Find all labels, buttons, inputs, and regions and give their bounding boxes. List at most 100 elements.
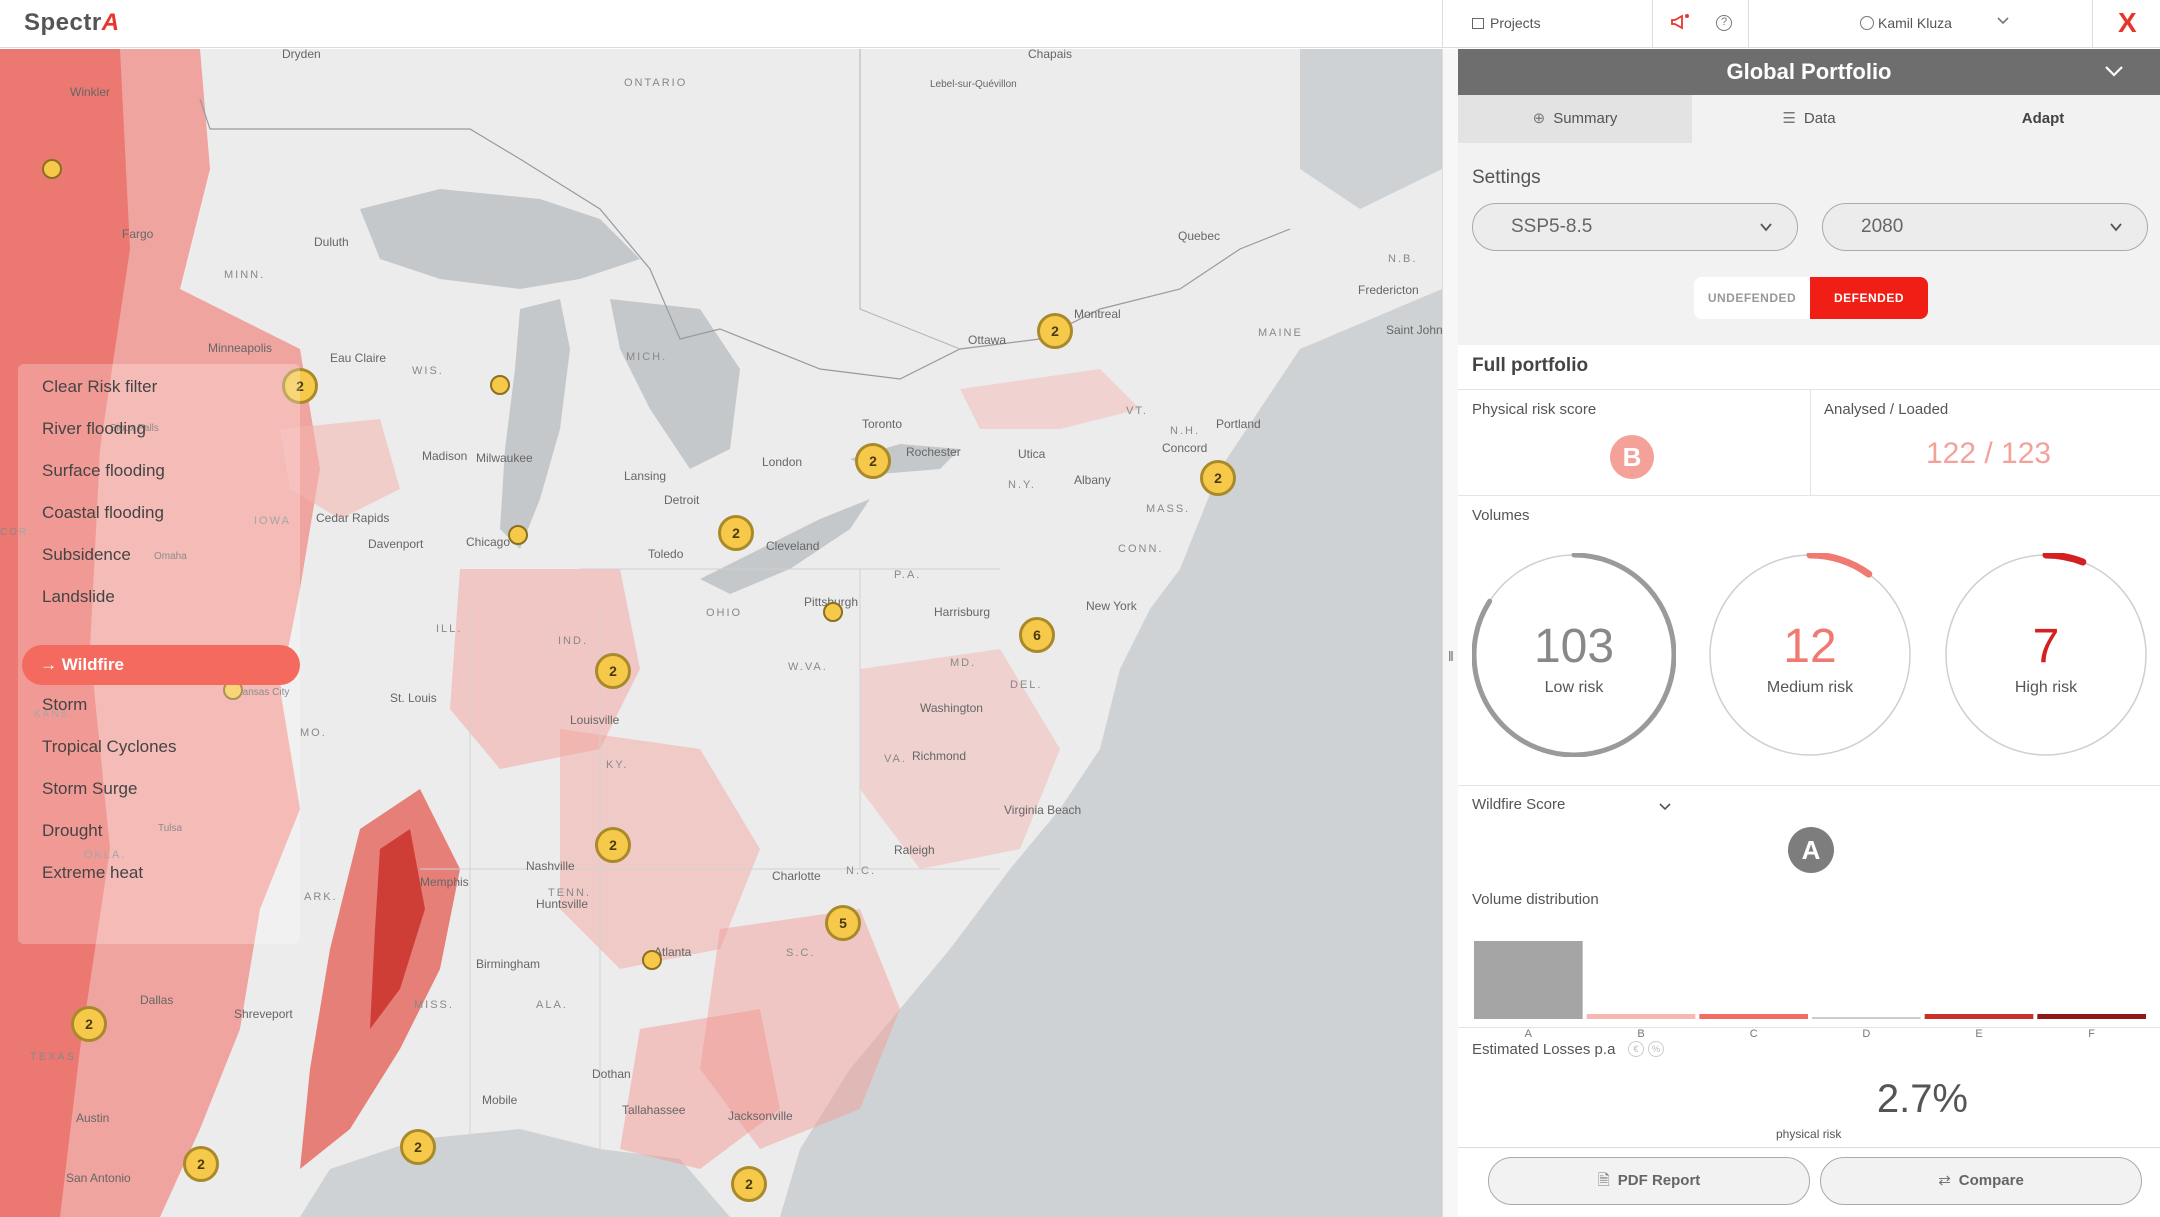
drag-handle-icon[interactable]: ‖ <box>1448 648 1454 664</box>
map-label: Milwaukee <box>476 451 533 465</box>
settings-heading: Settings <box>1472 167 1541 188</box>
distribution-bar-b <box>1586 1014 1696 1019</box>
map-label: S.C. <box>786 947 816 959</box>
risk-filter-item[interactable]: Extreme heat <box>42 863 143 883</box>
map-label: OHIO <box>706 607 743 619</box>
risk-filter-item[interactable]: Tropical Cyclones <box>42 737 176 757</box>
map-cluster[interactable]: 2 <box>1037 313 1073 349</box>
map-cluster[interactable]: 2 <box>731 1166 767 1202</box>
map-label: Quebec <box>1178 229 1221 243</box>
projects-button[interactable]: Projects <box>1472 15 1541 31</box>
map-label: Dothan <box>592 1067 631 1081</box>
projects-icon <box>1472 18 1484 29</box>
map-pin[interactable] <box>823 602 843 622</box>
map-cluster[interactable]: 2 <box>718 515 754 551</box>
map-label: San Antonio <box>66 1171 131 1185</box>
map-label: St. Louis <box>390 691 437 705</box>
medium-risk-count: 12 <box>1783 620 1837 673</box>
risk-filter-item[interactable]: Drought <box>42 821 102 841</box>
tab-data[interactable]: ☰ Data <box>1692 95 1926 143</box>
risk-filter-item[interactable]: Subsidence <box>42 545 131 565</box>
map-label: Toronto <box>862 417 903 431</box>
pdf-report-button[interactable]: 🗎 PDF Report <box>1488 1157 1810 1205</box>
panel-splitter[interactable] <box>1442 49 1458 1217</box>
user-menu[interactable]: Kamil Kluza <box>1860 15 1952 31</box>
risk-filter-item[interactable]: Surface flooding <box>42 461 165 481</box>
map-cluster[interactable]: 2 <box>400 1129 436 1165</box>
risk-map[interactable]: Dryden ONTARIO Chapais Lebel-sur-Quévill… <box>0 49 1442 1217</box>
map-label: Rochester <box>906 445 961 459</box>
distribution-bar-a <box>1474 941 1583 1019</box>
risk-filter-item[interactable]: Storm <box>42 695 87 715</box>
map-label: Winkler <box>70 85 111 99</box>
map-label: TEXAS <box>30 1051 77 1063</box>
close-icon[interactable]: X <box>2118 8 2137 38</box>
map-label: Concord <box>1162 441 1208 455</box>
year-select[interactable]: 2080 <box>1822 203 2148 251</box>
map-label: MASS. <box>1146 503 1191 515</box>
map-label: N.C. <box>846 865 876 877</box>
map-label: Fredericton <box>1358 283 1419 297</box>
map-cluster[interactable]: 6 <box>1019 617 1055 653</box>
map-label: Portland <box>1216 417 1261 431</box>
tab-adapt[interactable]: Adapt <box>1926 95 2160 143</box>
portfolio-title[interactable]: Global Portfolio <box>1458 49 2160 95</box>
divider <box>1652 0 1653 48</box>
chevron-down-icon[interactable] <box>2104 63 2124 79</box>
map-label: Toledo <box>648 547 684 561</box>
map-pin[interactable] <box>642 950 662 970</box>
distribution-bar-f <box>2037 1014 2146 1019</box>
app-logo[interactable]: SpectrA <box>24 9 120 37</box>
portfolio-panel: Global Portfolio ⊕ Summary ☰ Data Adapt Se… <box>1458 49 2160 1217</box>
map-pin[interactable] <box>508 525 528 545</box>
map-label: Raleigh <box>894 843 935 857</box>
divider <box>1458 1147 2160 1148</box>
map-label: Louisville <box>570 713 620 727</box>
map-cluster[interactable]: 2 <box>1200 460 1236 496</box>
undefended-button[interactable]: UNDEFENDED <box>1694 277 1810 319</box>
map-cluster[interactable]: 2 <box>595 653 631 689</box>
map-label: London <box>762 455 803 469</box>
tab-summary[interactable]: ⊕ Summary <box>1458 95 1692 143</box>
scenario-select[interactable]: SSP5-8.5 <box>1472 203 1798 251</box>
estimated-losses-caption: physical risk <box>1776 1127 1842 1141</box>
map-label: Virginia Beach <box>1004 803 1082 817</box>
clear-risk-filter[interactable]: Clear Risk filter <box>42 377 157 397</box>
distribution-bar-d <box>1812 1017 1921 1019</box>
map-cluster[interactable]: 2 <box>183 1146 219 1182</box>
chevron-down-icon[interactable] <box>1658 801 1672 813</box>
map-label: Mobile <box>482 1093 518 1107</box>
map-cluster[interactable]: 5 <box>825 905 861 941</box>
risk-filter-item[interactable]: River flooding <box>42 419 146 439</box>
risk-filter-item[interactable]: Coastal flooding <box>42 503 164 523</box>
map-label: Nashville <box>526 859 575 873</box>
defence-toggle: UNDEFENDED DEFENDED <box>1694 277 1928 319</box>
divider <box>1748 0 1749 48</box>
chevron-down-icon[interactable] <box>1996 14 2010 28</box>
map-pin[interactable] <box>42 159 62 179</box>
risk-filter-item-wildfire[interactable]: → Wildfire <box>22 645 300 685</box>
compare-button[interactable]: ⇄ Compare <box>1820 1157 2142 1205</box>
defended-button[interactable]: DEFENDED <box>1810 277 1928 319</box>
map-label: Albany <box>1074 473 1111 487</box>
map-label: Cedar Rapids <box>316 511 390 525</box>
compare-icon: ⇄ <box>1938 1172 1951 1189</box>
map-cluster[interactable]: 2 <box>595 827 631 863</box>
distribution-label: C <box>1750 1028 1758 1040</box>
high-risk-label: High risk <box>2014 679 2078 696</box>
megaphone-icon[interactable] <box>1670 13 1692 31</box>
map-cluster[interactable]: 2 <box>855 443 891 479</box>
map-label: Dallas <box>140 993 174 1007</box>
risk-filter-item[interactable]: Landslide <box>42 587 115 607</box>
distribution-label: D <box>1862 1028 1870 1040</box>
map-cluster[interactable]: 2 <box>71 1006 107 1042</box>
map-label: Huntsville <box>536 897 589 911</box>
map-pin[interactable] <box>490 375 510 395</box>
risk-filter-item[interactable]: Storm Surge <box>42 779 137 799</box>
wildfire-score-dropdown[interactable]: Wildfire Score <box>1472 796 1565 813</box>
chevron-down-icon <box>2110 223 2122 232</box>
percent-icon[interactable]: % <box>1648 1041 1664 1057</box>
currency-icon[interactable]: € <box>1628 1041 1644 1057</box>
help-icon[interactable]: ? <box>1716 15 1732 31</box>
map-label: VA. <box>884 753 907 765</box>
